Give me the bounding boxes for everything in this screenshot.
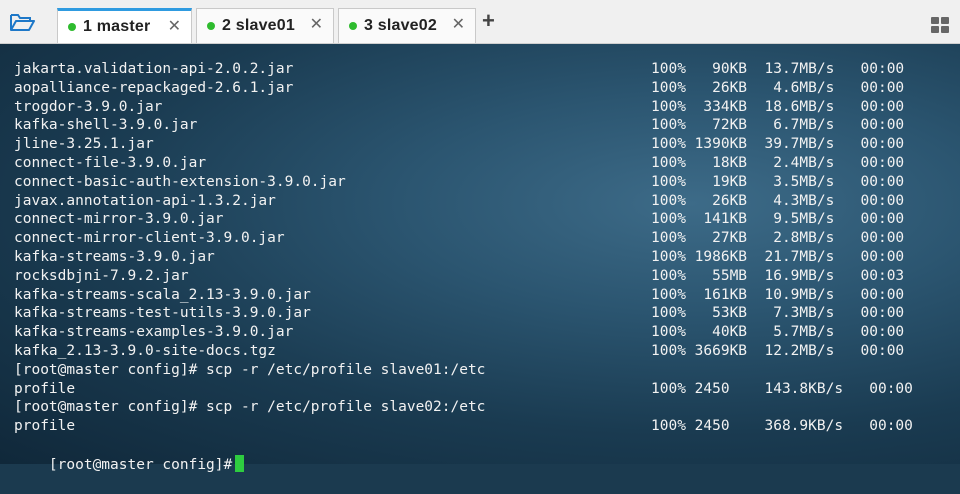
shell-prompt: [root@master config]#: [48, 457, 233, 473]
transfer-stats: 100% 72KB 6.7MB/s 00:00: [651, 117, 905, 134]
line-text: [root@master config]# scp -r /etc/profil…: [14, 399, 486, 416]
line-text: connect-mirror-client-3.9.0.jar: [14, 230, 285, 247]
transfer-stats: 100% 334KB 18.6MB/s 00:00: [651, 98, 905, 115]
tab-slave01[interactable]: 2 slave01 ✕: [196, 8, 334, 43]
transfer-stats: 100% 2450 368.9KB/s 00:00: [651, 418, 913, 435]
transfer-stats: 100% 90KB 13.7MB/s 00:00: [651, 61, 905, 77]
tab-label: 3 slave02: [364, 17, 437, 34]
tab-bar: 1 master ✕ 2 slave01 ✕ 3 slave02 ✕ +: [0, 0, 960, 44]
line-text: kafka-streams-test-utils-3.9.0.jar: [14, 305, 311, 322]
tab-slave02[interactable]: 3 slave02 ✕: [338, 8, 476, 43]
transfer-stats: 100% 27KB 2.8MB/s 00:00: [651, 230, 905, 247]
close-icon[interactable]: ✕: [452, 16, 465, 34]
transfer-stats: 100% 141KB 9.5MB/s 00:00: [651, 211, 905, 228]
line-text: kafka-streams-3.9.0.jar: [14, 249, 215, 265]
line-text: connect-basic-auth-extension-3.9.0.jar: [14, 173, 346, 190]
tab-label: 1 master: [83, 18, 151, 35]
line-text: connect-file-3.9.0.jar: [14, 155, 207, 171]
connected-status-dot: [349, 22, 357, 30]
transfer-stats: 100% 18KB 2.4MB/s 00:00: [651, 155, 905, 171]
line-text: kafka-streams-scala_2.13-3.9.0.jar: [14, 286, 311, 303]
transfer-stats: 100% 1986KB 21.7MB/s 00:00: [651, 249, 905, 265]
line-text: kafka-shell-3.9.0.jar: [14, 117, 198, 134]
transfer-stats: 100% 55MB 16.9MB/s 00:03: [651, 267, 905, 284]
line-text: kafka_2.13-3.9.0-site-docs.tgz: [14, 343, 276, 359]
close-icon[interactable]: ✕: [168, 18, 181, 36]
line-text: profile: [14, 380, 76, 397]
line-text: kafka-streams-examples-3.9.0.jar: [14, 324, 294, 341]
line-text: [root@master config]# scp -r /etc/profil…: [14, 361, 486, 378]
line-text: profile: [14, 418, 76, 435]
transfer-stats: 100% 19KB 3.5MB/s 00:00: [651, 173, 905, 190]
transfer-stats: 100% 26KB 4.3MB/s 00:00: [651, 192, 905, 209]
line-text: rocksdbjni-7.9.2.jar: [14, 267, 189, 284]
line-text: connect-mirror-3.9.0.jar: [14, 211, 224, 228]
terminal-output[interactable]: jakarta.validation-api-2.0.2.jar 100% 90K…: [0, 44, 960, 473]
transfer-stats: 100% 3669KB 12.2MB/s 00:00: [651, 343, 905, 359]
connected-status-dot: [68, 23, 76, 31]
plus-icon[interactable]: +: [482, 9, 495, 33]
line-text: trogdor-3.9.0.jar: [14, 98, 163, 115]
line-text: javax.annotation-api-1.3.2.jar: [14, 192, 276, 209]
transfer-stats: 100% 1390KB 39.7MB/s 00:00: [651, 136, 905, 153]
transfer-stats: 100% 53KB 7.3MB/s 00:00: [651, 305, 905, 322]
tab-label: 2 slave01: [222, 17, 295, 34]
grid-icon[interactable]: [931, 17, 949, 33]
folder-open-icon[interactable]: [9, 11, 35, 33]
tab-master[interactable]: 1 master ✕: [57, 8, 192, 43]
terminal-prompt-line: [root@master config]#: [14, 436, 245, 473]
line-text: jakarta.validation-api-2.0.2.jar: [14, 61, 294, 77]
connected-status-dot: [207, 22, 215, 30]
line-text: jline-3.25.1.jar: [14, 136, 154, 153]
transfer-stats: 100% 161KB 10.9MB/s 00:00: [651, 286, 905, 303]
transfer-stats: 100% 26KB 4.6MB/s 00:00: [651, 79, 905, 96]
line-text: aopalliance-repackaged-2.6.1.jar: [14, 79, 294, 96]
transfer-stats: 100% 40KB 5.7MB/s 00:00: [651, 324, 905, 341]
transfer-stats: 100% 2450 143.8KB/s 00:00: [651, 380, 913, 397]
close-icon[interactable]: ✕: [310, 16, 323, 34]
